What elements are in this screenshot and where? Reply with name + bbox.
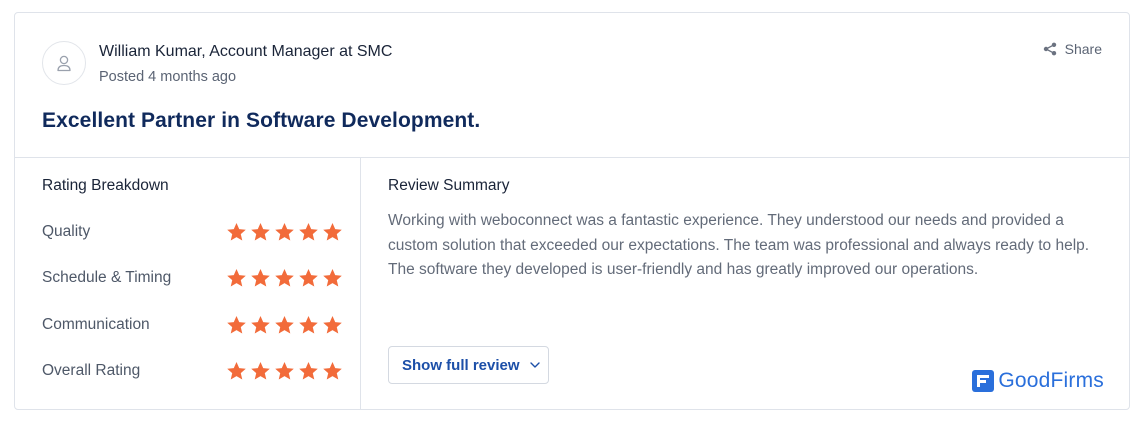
reviewer-avatar [42, 41, 86, 85]
rating-label: Overall Rating [42, 362, 141, 379]
star-rating [226, 222, 343, 243]
star-icon [227, 222, 246, 241]
star-icon [299, 222, 318, 241]
star-icon [323, 315, 342, 334]
star-rating [226, 361, 343, 382]
rating-label: Communication [42, 316, 150, 333]
rating-row-overall: Overall Rating [42, 358, 347, 384]
share-label: Share [1064, 41, 1102, 57]
star-icon [299, 361, 318, 380]
star-icon [227, 361, 246, 380]
posted-time: Posted 4 months ago [99, 69, 237, 85]
goodfirms-wordmark: GoodFirms [998, 369, 1104, 392]
rating-label: Schedule & Timing [42, 269, 172, 286]
share-button[interactable]: Share [1043, 41, 1102, 57]
user-icon [57, 55, 71, 72]
star-rating [226, 268, 343, 289]
star-icon [299, 268, 318, 287]
section-divider [15, 157, 1129, 158]
star-icon [275, 222, 294, 241]
star-icon [275, 315, 294, 334]
show-full-review-button[interactable]: Show full review [388, 346, 549, 384]
rating-breakdown-heading: Rating Breakdown [42, 177, 169, 194]
review-summary-heading: Review Summary [388, 177, 510, 194]
review-card: William Kumar, Account Manager at SMC Po… [14, 12, 1130, 410]
reviewer-name: William Kumar, Account Manager at SMC [99, 43, 393, 60]
rating-row-quality: Quality [42, 219, 347, 245]
star-icon [251, 268, 270, 287]
show-full-review-label: Show full review [402, 356, 520, 374]
star-icon [323, 222, 342, 241]
star-icon [251, 361, 270, 380]
star-icon [227, 268, 246, 287]
star-icon [275, 268, 294, 287]
share-icon [1043, 42, 1056, 56]
column-divider [360, 158, 361, 409]
star-icon [323, 268, 342, 287]
star-icon [275, 361, 294, 380]
goodfirms-mark-icon [972, 370, 995, 392]
star-icon [227, 315, 246, 334]
goodfirms-logo: GoodFirms [972, 369, 1104, 393]
star-icon [251, 315, 270, 334]
star-rating [226, 315, 343, 336]
star-icon [251, 222, 270, 241]
chevron-down-icon [529, 362, 540, 368]
rating-row-schedule-timing: Schedule & Timing [42, 265, 347, 291]
review-summary-text: Working with weboconnect was a fantastic… [388, 212, 1090, 278]
rating-label: Quality [42, 223, 91, 240]
rating-row-communication: Communication [42, 312, 347, 338]
star-icon [299, 315, 318, 334]
star-icon [323, 361, 342, 380]
review-title: Excellent Partner in Software Developmen… [42, 109, 481, 132]
